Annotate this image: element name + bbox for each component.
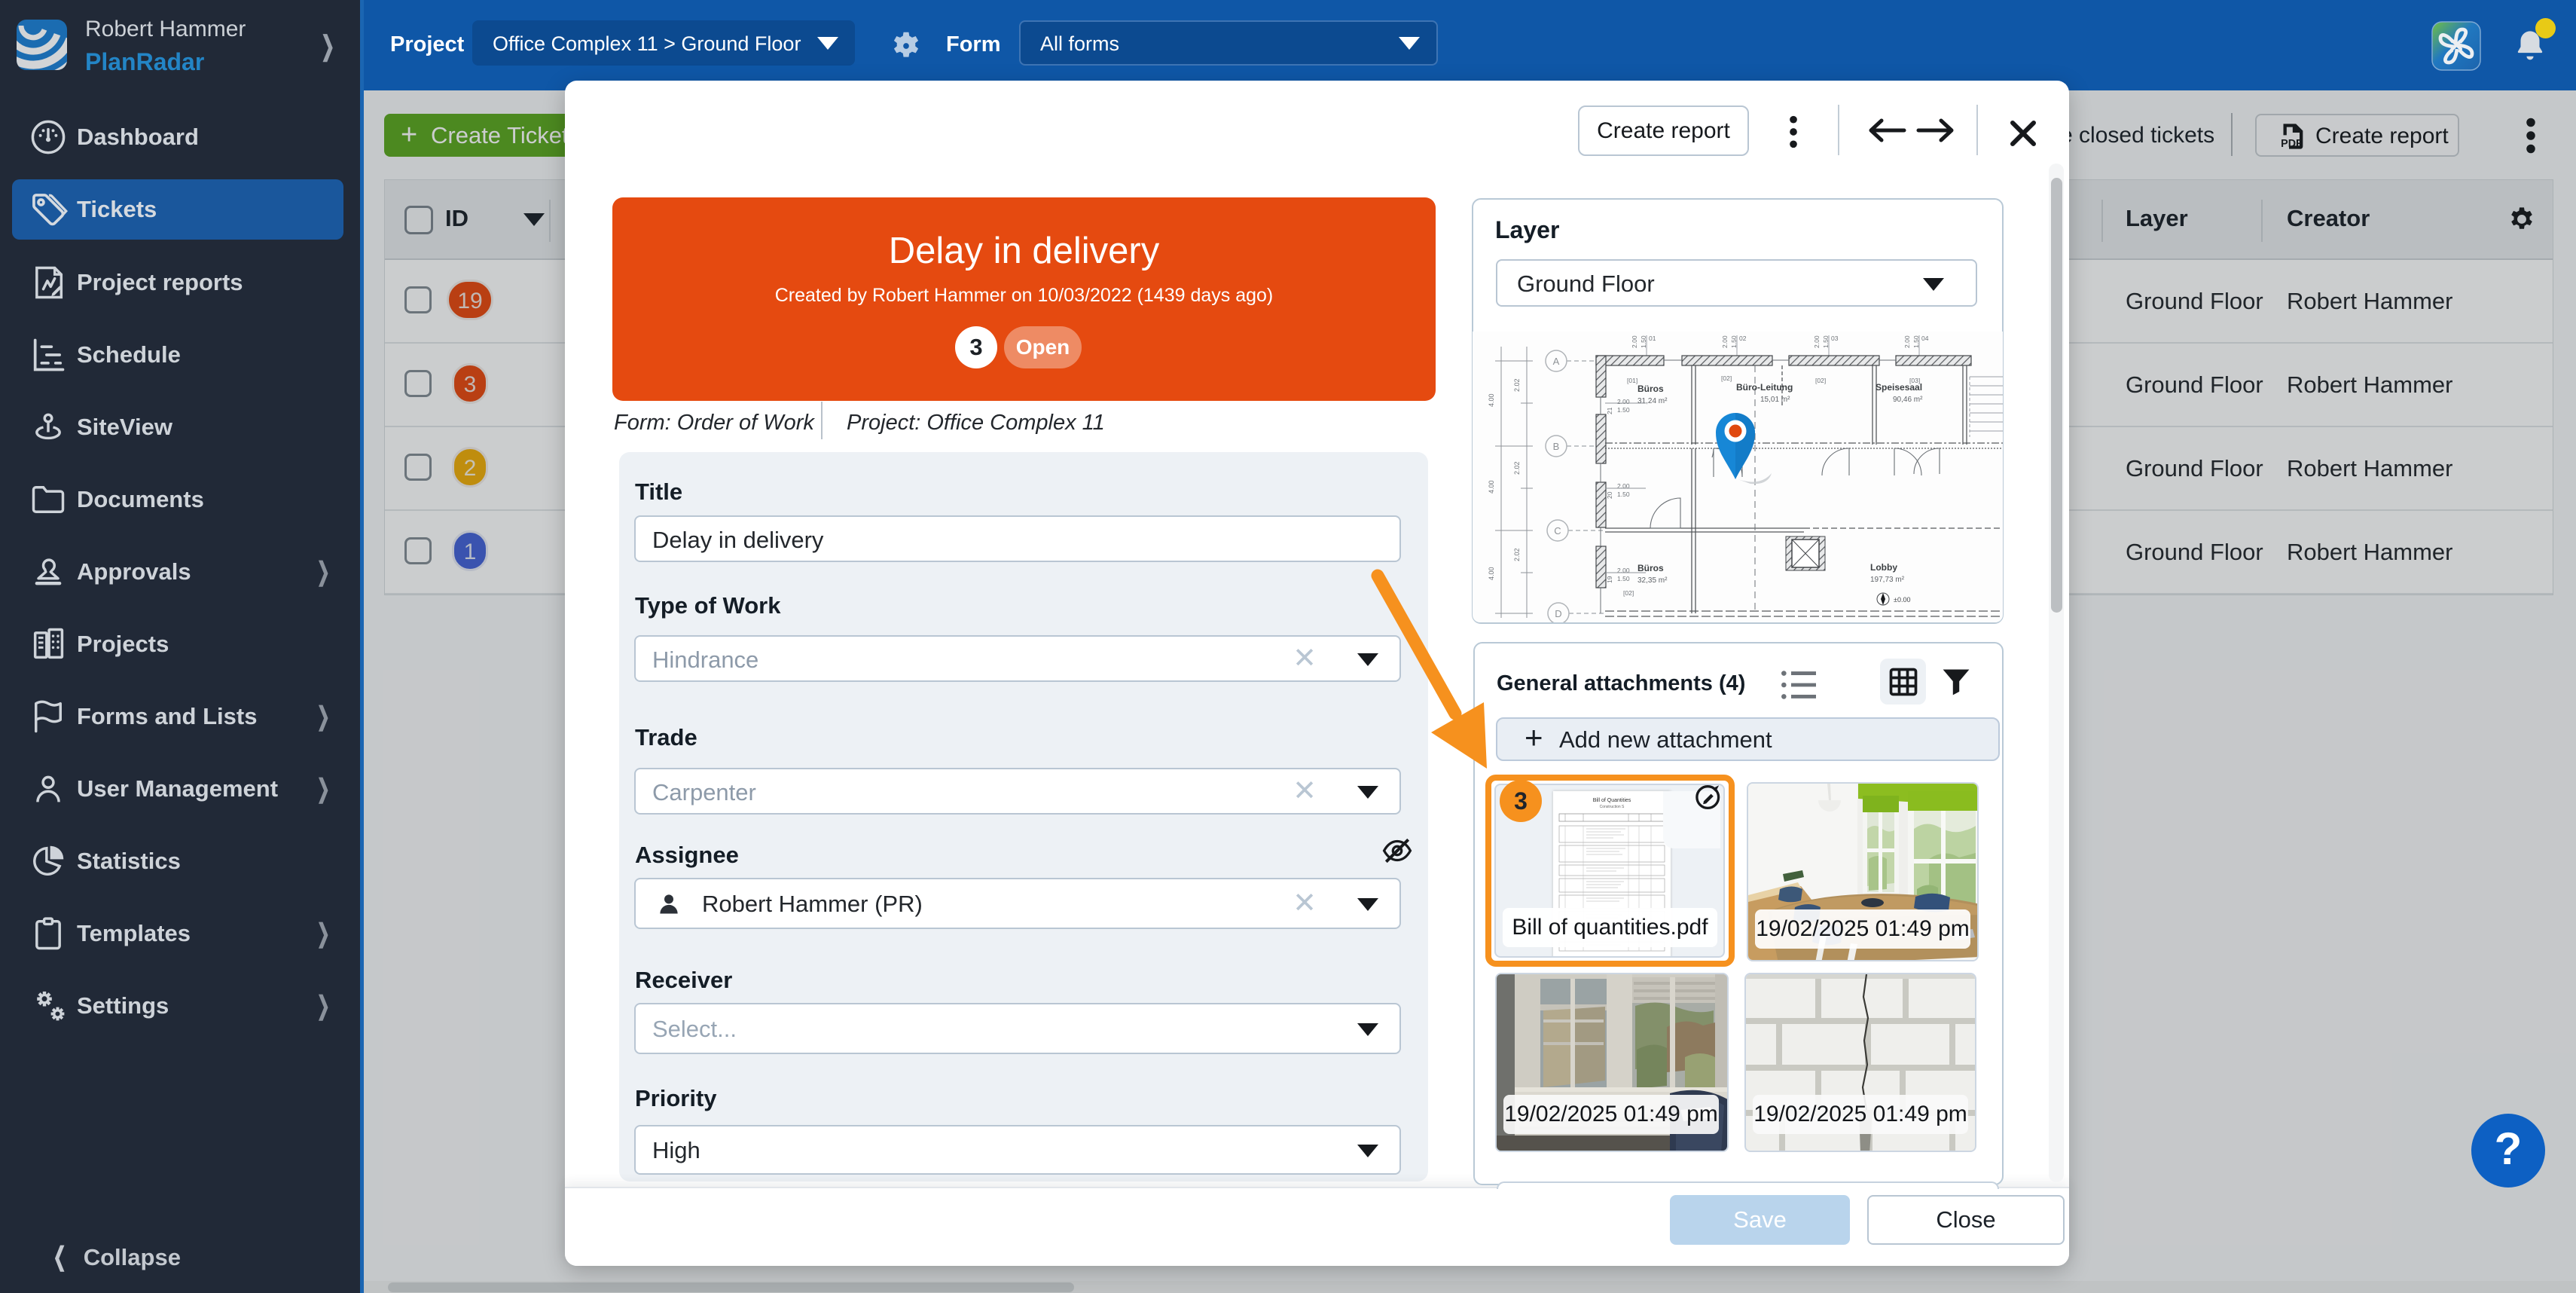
- svg-text:2.00: 2.00: [1903, 335, 1911, 348]
- svg-text:4.00: 4.00: [1488, 393, 1495, 407]
- svg-text:19: 19: [1606, 576, 1613, 583]
- svg-text:B: B: [1553, 441, 1560, 452]
- svg-text:4.00: 4.00: [1488, 480, 1495, 494]
- svg-text:2.00: 2.00: [1617, 398, 1630, 405]
- svg-text:20: 20: [1606, 491, 1613, 499]
- svg-text:Construction S: Construction S: [1600, 805, 1625, 809]
- svg-text:90,46 m²: 90,46 m²: [1893, 396, 1923, 404]
- svg-text:01: 01: [1649, 335, 1656, 342]
- svg-text:Büro-Leitung: Büro-Leitung: [1736, 382, 1793, 393]
- svg-text:Bill of Quantities: Bill of Quantities: [1593, 798, 1631, 803]
- svg-text:04: 04: [1921, 335, 1929, 342]
- svg-text:D: D: [1555, 608, 1561, 619]
- svg-text:02: 02: [1739, 335, 1747, 342]
- svg-text:32,35 m²: 32,35 m²: [1637, 576, 1668, 585]
- svg-text:Büros: Büros: [1637, 384, 1664, 394]
- svg-text:1.50: 1.50: [1822, 335, 1830, 348]
- svg-text:2.00: 2.00: [1813, 335, 1821, 348]
- svg-text:1.50: 1.50: [1640, 335, 1647, 348]
- svg-text:2.02: 2.02: [1513, 378, 1521, 392]
- svg-text:Büros: Büros: [1637, 563, 1664, 573]
- svg-text:2.00: 2.00: [1631, 335, 1638, 348]
- svg-text:[01]: [01]: [1627, 377, 1637, 384]
- svg-text:1.50: 1.50: [1617, 575, 1630, 582]
- svg-text:Lobby: Lobby: [1870, 562, 1897, 573]
- svg-text:31,24 m²: 31,24 m²: [1637, 397, 1668, 405]
- svg-text:[02]: [02]: [1721, 374, 1732, 382]
- svg-text:C: C: [1554, 525, 1561, 536]
- svg-text:Speisesaal: Speisesaal: [1876, 382, 1922, 393]
- svg-text:15,01 m²: 15,01 m²: [1760, 396, 1790, 404]
- svg-text:197,73 m²: 197,73 m²: [1870, 576, 1905, 584]
- svg-text:A: A: [1553, 356, 1560, 367]
- svg-text:±0.00: ±0.00: [1894, 596, 1910, 604]
- svg-text:1.50: 1.50: [1617, 406, 1630, 414]
- svg-text:03: 03: [1831, 335, 1839, 342]
- svg-text:2.02: 2.02: [1513, 548, 1521, 561]
- svg-text:[02]: [02]: [1815, 377, 1826, 384]
- svg-text:[02]: [02]: [1623, 589, 1634, 597]
- svg-text:1.50: 1.50: [1912, 335, 1920, 348]
- svg-text:2.00: 2.00: [1721, 335, 1729, 348]
- svg-text:2.02: 2.02: [1513, 461, 1521, 475]
- svg-text:1.50: 1.50: [1617, 491, 1630, 498]
- svg-text:1.50: 1.50: [1730, 335, 1738, 348]
- svg-text:21: 21: [1606, 407, 1613, 414]
